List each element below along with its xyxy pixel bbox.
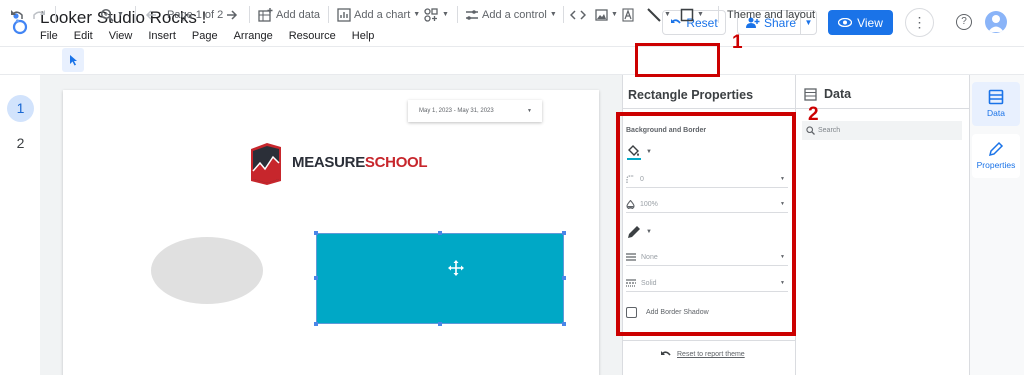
resize-handle[interactable] [562,231,566,235]
search-placeholder: Search [818,127,841,134]
menu-bar: File Edit View Insert Page Arrange Resou… [40,30,390,42]
resize-handle[interactable] [562,276,566,280]
reset-arrow-icon [661,351,671,356]
selected-rectangle-shape[interactable] [316,233,564,324]
move-cursor-icon [448,260,464,276]
side-nav-data-label: Data [987,108,1005,118]
menu-insert[interactable]: Insert [148,30,176,42]
chart-icon [337,7,351,22]
data-search-input[interactable]: Search [802,121,962,140]
page-thumb-2[interactable]: 2 [7,130,34,157]
community-viz-icon[interactable]: ▼ [424,6,449,23]
date-dropdown-icon: ▼ [527,108,532,114]
menu-page[interactable]: Page [192,30,218,42]
reset-to-theme-label: Reset to report theme [677,351,745,358]
resize-handle[interactable] [562,322,566,326]
image-icon[interactable]: ▼ [595,6,618,23]
add-data-icon [258,7,273,22]
reset-to-theme-link[interactable]: Reset to report theme [660,350,745,359]
data-panel-title: Data [824,87,852,101]
page-thumb-1[interactable]: 1 [7,95,34,122]
add-data-label: Add data [276,8,321,21]
annotation-box-1 [635,43,720,77]
resize-handle[interactable] [314,231,318,235]
view-button[interactable]: View [828,10,893,35]
help-icon[interactable]: ? [956,14,972,30]
add-chart-button[interactable]: Add a chart ▼ [337,6,420,23]
theme-layout-button[interactable]: Theme and layout [727,6,815,23]
resize-handle[interactable] [314,322,318,326]
annotation-number-2: 2 [808,104,819,125]
embed-code-icon[interactable] [570,6,586,23]
date-range-control[interactable]: May 1, 2023 - May 31, 2023 ▼ [408,100,542,122]
previous-page-icon[interactable] [145,6,157,23]
control-icon [466,9,478,20]
search-icon [806,126,815,135]
resize-handle[interactable] [438,231,442,235]
undo-icon[interactable] [10,6,24,23]
menu-view[interactable]: View [109,30,133,42]
menu-resource[interactable]: Resource [289,30,336,42]
resize-handle[interactable] [438,322,442,326]
more-options-icon[interactable]: ⋮ [905,8,934,37]
next-page-icon[interactable] [226,6,238,23]
data-panel [795,75,969,375]
zoom-icon[interactable]: ▼ [100,6,124,23]
redo-icon[interactable] [32,6,46,23]
menu-file[interactable]: File [40,30,58,42]
toolbar [0,46,1024,75]
add-chart-label: Add a chart [354,8,411,21]
date-range-value: May 1, 2023 - May 31, 2023 [419,108,494,114]
select-tool-icon[interactable] [62,48,84,72]
line-tool-icon[interactable]: ▼ [647,6,671,23]
data-table-icon [988,89,1004,105]
shape-tool-icon[interactable]: ▼ [680,6,704,23]
side-nav-data[interactable]: Data [972,82,1020,126]
eye-icon [838,18,853,27]
avatar[interactable] [985,11,1007,33]
measureschool-logo-icon[interactable] [247,141,285,187]
view-label: View [857,15,883,30]
measureschool-wordmark: MEASURESCHOOL [292,154,428,171]
side-nav-properties[interactable]: Properties [972,134,1020,178]
add-control-button[interactable]: Add a control ▼ [465,6,557,23]
annotation-box-2 [616,112,796,336]
menu-arrange[interactable]: Arrange [234,30,273,42]
menu-edit[interactable]: Edit [74,30,93,42]
properties-title: Rectangle Properties [628,88,754,102]
side-nav-properties-label: Properties [976,160,1016,170]
table-icon [804,88,817,101]
menu-help[interactable]: Help [352,30,375,42]
text-icon[interactable] [622,6,634,23]
annotation-number-1: 1 [732,32,743,53]
pencil-edit-icon [988,141,1004,157]
add-data-button[interactable]: Add data [258,6,320,23]
add-control-label: Add a control [482,8,547,21]
page-indicator[interactable]: Page 1 of 2 [167,6,223,23]
ellipse-shape[interactable] [151,237,263,304]
resize-handle[interactable] [314,276,318,280]
